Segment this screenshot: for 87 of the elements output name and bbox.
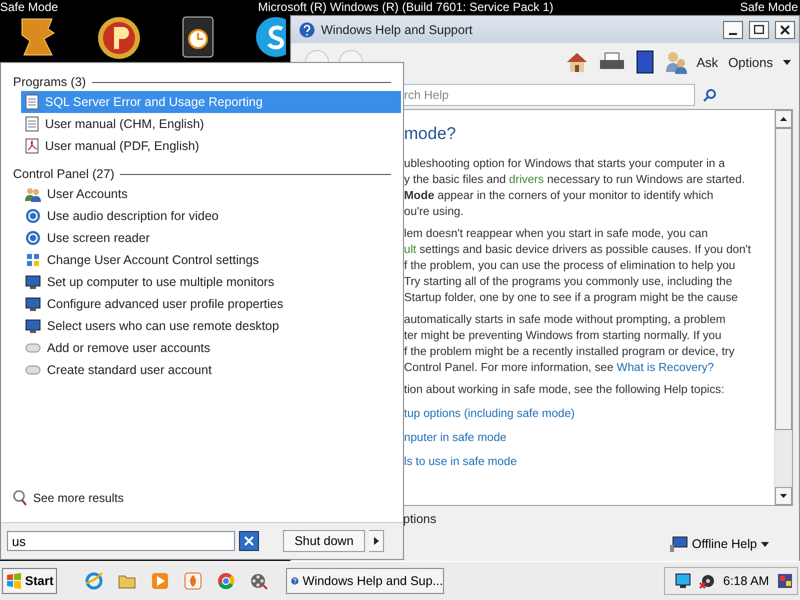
coin-icon[interactable] — [96, 15, 142, 61]
text-line: lem doesn't reappear when you start in safe mode, you can — [404, 226, 709, 242]
pdf-icon — [25, 138, 39, 154]
topic-link[interactable]: tup options (including safe mode) — [404, 406, 774, 422]
help-icon — [299, 22, 315, 38]
book-icon[interactable] — [634, 50, 655, 74]
result-item[interactable]: User manual (PDF, English) — [21, 135, 401, 157]
result-item[interactable]: Use audio description for video — [21, 205, 401, 227]
ask-button[interactable]: Ask — [696, 54, 718, 70]
options-menu[interactable]: Options — [728, 54, 773, 70]
monitor-icon — [25, 296, 41, 312]
close-icon — [244, 536, 254, 546]
folder-icon[interactable] — [118, 573, 136, 589]
topic-link[interactable]: ls to use in safe mode — [404, 454, 774, 470]
caret-icon — [761, 542, 769, 546]
accessibility-icon — [25, 230, 41, 246]
text-line: f the problem might be a recently installed program or device, try — [404, 344, 736, 360]
close-icon — [780, 24, 790, 34]
banner-text: Safe Mode — [740, 0, 798, 14]
film-reel-icon[interactable] — [250, 572, 268, 590]
text-line: Startup folder, one by one to see if a program might be the cause — [404, 290, 739, 306]
text-line: y the basic files and drivers necessary to run Windows are started. — [404, 172, 746, 188]
see-more-link[interactable]: See more results — [1, 490, 403, 522]
people-icon[interactable] — [664, 50, 687, 74]
shutdown-button[interactable]: Shut down — [283, 530, 365, 552]
close-button[interactable] — [775, 20, 795, 38]
clear-button[interactable] — [239, 531, 259, 551]
text-line: f the problem, you can use the process of elimination to help you — [404, 258, 736, 274]
chrome-icon[interactable] — [217, 572, 235, 590]
group-heading: Control Panel (27) — [13, 167, 114, 181]
browser-icon[interactable] — [85, 572, 103, 590]
minimize-icon — [729, 32, 737, 34]
footer-label: ptions — [402, 511, 438, 526]
monitor-icon — [25, 274, 41, 290]
home-icon[interactable] — [564, 51, 589, 73]
result-item[interactable]: Add or remove user accounts — [21, 337, 401, 359]
maximize-button[interactable] — [749, 20, 769, 38]
result-item[interactable]: Create standard user account — [21, 359, 401, 381]
result-item[interactable]: Set up computer to use multiple monitors — [21, 271, 401, 293]
windows-logo-icon — [6, 573, 22, 589]
toggle-icon — [25, 363, 41, 377]
users-icon — [25, 186, 41, 202]
result-item[interactable]: Configure advanced user profile properties — [21, 293, 401, 315]
text-line: tion about working in safe mode, see the following Help topics: — [404, 382, 726, 398]
text-line: ou're using. — [404, 204, 465, 220]
clock-file-icon[interactable] — [180, 15, 216, 59]
group-heading: Programs (3) — [13, 75, 86, 89]
text-line: Control Panel. For more information, see What is Recovery? — [404, 360, 715, 376]
monitor-icon — [25, 318, 41, 334]
text-line: Mode appear in the corners of your monitor to identify which — [404, 188, 714, 204]
result-item[interactable]: Select users who can use remote desktop — [21, 315, 401, 337]
flame-icon[interactable] — [184, 572, 202, 590]
search-icon — [13, 490, 27, 506]
topic-link[interactable]: nputer in safe mode — [404, 430, 774, 446]
article-heading: mode? — [404, 124, 457, 144]
result-item[interactable]: User Accounts — [21, 183, 401, 205]
accessibility-icon — [25, 208, 41, 224]
result-item[interactable]: Change User Account Control settings — [21, 249, 401, 271]
monitor-icon — [670, 536, 688, 552]
printer-icon[interactable] — [598, 52, 625, 72]
text-line: automatically starts in safe mode without prompting, a problem — [404, 312, 727, 328]
caret-icon[interactable] — [783, 60, 791, 64]
result-item[interactable]: Use screen reader — [21, 227, 401, 249]
result-item[interactable]: User manual (CHM, English) — [21, 113, 401, 135]
banner-text: Safe Mode — [0, 0, 58, 14]
start-button[interactable]: Start — [2, 568, 57, 594]
text-line: ubleshooting option for Windows that starts your computer in a — [404, 156, 726, 172]
app-icon[interactable] — [777, 573, 793, 589]
speaker-muted-icon[interactable] — [699, 573, 716, 589]
scroll-thumb[interactable] — [775, 128, 792, 430]
banner-text: Microsoft (R) Windows (R) (Build 7601: Service Pack 1) — [258, 0, 554, 14]
search-field[interactable]: us — [7, 531, 235, 551]
arrow-icon — [374, 537, 378, 545]
monitor-icon[interactable] — [675, 573, 692, 589]
clock-text: 6:18 AM — [723, 574, 769, 588]
text-line: ter might be preventing Windows from starting normally. If you — [404, 328, 722, 344]
document-icon — [25, 94, 39, 110]
toggle-icon — [25, 341, 41, 355]
document-icon — [25, 116, 39, 132]
text-line: ult settings and basic device drivers as possible causes. If you don't — [404, 242, 752, 258]
search-icon[interactable] — [703, 88, 717, 102]
maximize-icon — [754, 25, 764, 34]
taskbar-button[interactable]: Windows Help and Sup... — [286, 568, 444, 594]
window-title: Windows Help and Support — [321, 22, 474, 36]
text-line: Try starting all of the programs you commonly use, including the — [404, 274, 734, 290]
minimize-button[interactable] — [723, 20, 743, 38]
shutdown-options-button[interactable] — [369, 530, 384, 552]
